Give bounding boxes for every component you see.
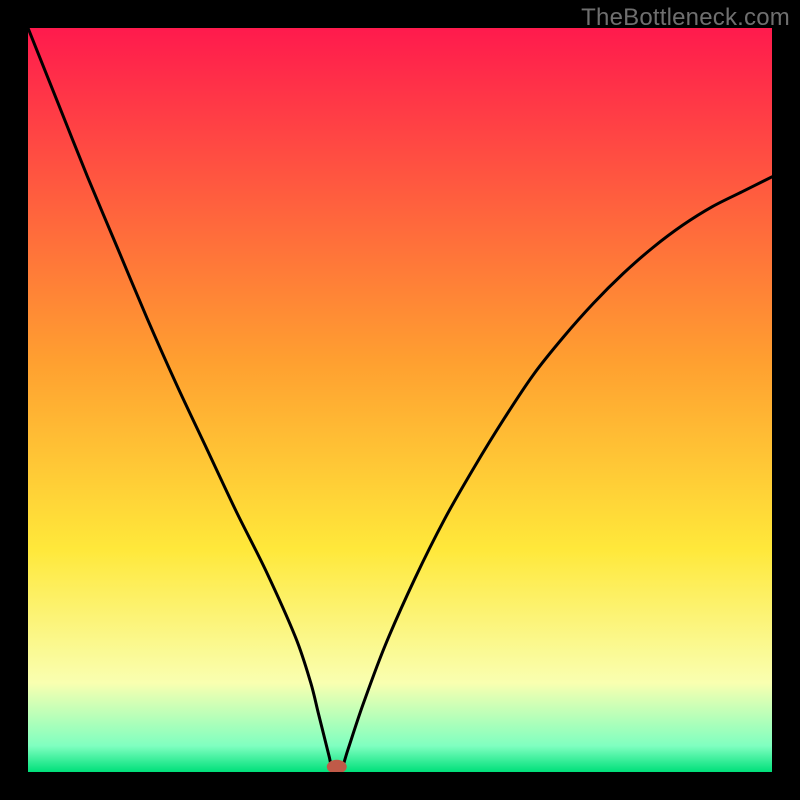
plot-area [28, 28, 772, 772]
watermark-text: TheBottleneck.com [581, 4, 790, 32]
chart-frame: TheBottleneck.com [0, 0, 800, 800]
chart-svg [28, 28, 772, 772]
